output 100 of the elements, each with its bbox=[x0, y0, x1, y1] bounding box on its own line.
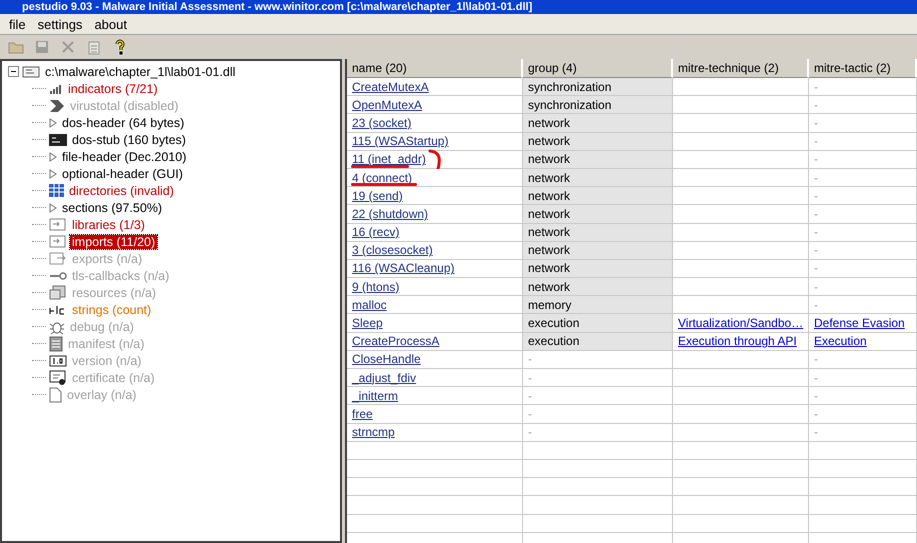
table-cell: - bbox=[809, 296, 917, 314]
table-cell: execution bbox=[523, 332, 673, 351]
tree-item[interactable]: sections (97.50%) bbox=[60, 200, 164, 214]
folder-icon bbox=[8, 40, 24, 54]
table-cell: - bbox=[809, 205, 917, 224]
grid-icon bbox=[49, 184, 64, 197]
help-icon bbox=[114, 39, 126, 55]
table-cell: - bbox=[809, 78, 917, 96]
tactic-link[interactable]: Execution bbox=[814, 334, 867, 348]
table-cell: network bbox=[523, 224, 673, 242]
table-cell: - bbox=[809, 405, 917, 424]
table-cell: - bbox=[523, 387, 673, 406]
function-link[interactable]: 9 (htons) bbox=[352, 280, 400, 294]
function-link[interactable]: 4 (connect) bbox=[352, 170, 412, 185]
tree-item[interactable]: file-header (Dec.2010) bbox=[60, 150, 188, 164]
function-link[interactable]: 23 (socket) bbox=[352, 116, 412, 130]
table-cell: - bbox=[809, 224, 917, 242]
function-link[interactable]: strncmp bbox=[352, 425, 395, 440]
table-cell: - bbox=[809, 369, 917, 388]
export-icon bbox=[49, 252, 67, 265]
minus-icon bbox=[10, 68, 17, 75]
tree-item[interactable]: optional-header (GUI) bbox=[60, 166, 185, 180]
tree-item[interactable]: dos-stub (160 bytes) bbox=[70, 132, 188, 146]
collapse-toggle[interactable] bbox=[8, 66, 19, 77]
function-link[interactable]: free bbox=[352, 406, 373, 421]
table-cell: - bbox=[809, 187, 917, 206]
version-icon bbox=[49, 354, 67, 366]
bar-chart-icon bbox=[49, 82, 63, 94]
chevron-icon bbox=[49, 98, 65, 112]
table-cell: - bbox=[809, 168, 917, 188]
column-header[interactable]: name (20) bbox=[347, 59, 523, 78]
column-header[interactable]: group (4) bbox=[523, 59, 673, 78]
function-link[interactable]: OpenMutexA bbox=[352, 98, 422, 112]
menu-item[interactable]: file bbox=[4, 16, 31, 32]
function-link[interactable]: malloc bbox=[352, 298, 387, 312]
table-cell: - bbox=[809, 96, 917, 114]
document-icon bbox=[49, 336, 63, 352]
function-link[interactable]: 3 (closesocket) bbox=[352, 243, 433, 258]
technique-link[interactable]: Execution through API bbox=[678, 334, 797, 348]
table-cell: network bbox=[523, 278, 673, 296]
table-cell: - bbox=[523, 424, 673, 442]
table-cell: - bbox=[523, 350, 673, 369]
underline-mark bbox=[351, 164, 409, 168]
underline-mark bbox=[351, 183, 417, 186]
function-link[interactable]: CloseHandle bbox=[352, 352, 421, 366]
technique-link[interactable]: Virtualization/Sandbo… bbox=[678, 316, 804, 330]
tree-item[interactable]: directories (invalid) bbox=[67, 184, 176, 198]
menu-item[interactable]: about bbox=[89, 16, 132, 32]
clipboard-icon bbox=[88, 40, 100, 54]
table-cell: network bbox=[523, 114, 673, 133]
menu-item[interactable]: settings bbox=[32, 16, 88, 32]
table-cell: network bbox=[523, 132, 673, 151]
console-icon bbox=[49, 134, 67, 146]
function-link[interactable]: 16 (recv) bbox=[352, 225, 400, 240]
table-cell: network bbox=[523, 150, 673, 169]
function-link[interactable]: 19 (send) bbox=[352, 188, 403, 203]
table-cell: execution bbox=[523, 314, 673, 333]
table-cell: synchronization bbox=[523, 96, 673, 114]
table-cell: - bbox=[523, 405, 673, 424]
window-title: pestudio 9.03 - Malware Initial Assessment - www.winitor.com [c:\malware\chapter_1l\lab01-01.dll] bbox=[0, 0, 917, 14]
table-cell: network bbox=[523, 260, 673, 278]
file-icon bbox=[22, 66, 40, 78]
table-cell: memory bbox=[523, 296, 673, 314]
certificate-icon bbox=[49, 370, 67, 386]
function-link[interactable]: 22 (shutdown) bbox=[352, 206, 428, 221]
table-cell: network bbox=[523, 187, 673, 206]
tree-item[interactable]: imports (11/20) bbox=[70, 234, 158, 248]
import-icon bbox=[49, 218, 67, 231]
table-cell: - bbox=[809, 114, 917, 133]
page-icon bbox=[49, 386, 62, 402]
column-header[interactable]: mitre-technique (2) bbox=[673, 59, 809, 78]
function-link[interactable]: _initterm bbox=[352, 388, 398, 403]
function-link[interactable]: CreateProcessA bbox=[352, 334, 440, 348]
table-cell: - bbox=[809, 387, 917, 406]
tree-item[interactable]: indicators (7/21) bbox=[66, 82, 160, 96]
tree-item[interactable]: dos-header (64 bytes) bbox=[60, 116, 186, 130]
function-link[interactable]: 11 (inet_addr) bbox=[352, 152, 426, 166]
tree-root-label[interactable]: c:\malware\chapter_1l\lab01-01.dll bbox=[43, 64, 238, 78]
table-cell: - bbox=[809, 424, 917, 442]
triangle-icon bbox=[49, 118, 57, 128]
function-link[interactable]: CreateMutexA bbox=[352, 80, 429, 94]
tree-item[interactable]: libraries (1/3) bbox=[70, 218, 147, 232]
function-link[interactable]: 116 (WSACleanup) bbox=[352, 261, 454, 276]
table-cell: - bbox=[809, 132, 917, 151]
table-cell: - bbox=[809, 350, 917, 369]
key-icon bbox=[49, 270, 67, 280]
resources-icon bbox=[49, 285, 67, 300]
function-link[interactable]: 115 (WSAStartup) bbox=[352, 134, 448, 148]
table-cell: - bbox=[809, 278, 917, 296]
column-header[interactable]: mitre-tactic (2) bbox=[809, 59, 917, 78]
table-cell: network bbox=[523, 242, 673, 260]
function-link[interactable]: _adjust_fdiv bbox=[352, 370, 416, 385]
tactic-link[interactable]: Defense Evasion bbox=[814, 316, 905, 330]
table-cell: - bbox=[809, 150, 917, 169]
table-cell: - bbox=[523, 369, 673, 388]
table-cell: network bbox=[523, 205, 673, 224]
table-cell: synchronization bbox=[523, 78, 673, 96]
function-link[interactable]: Sleep bbox=[352, 316, 383, 330]
import-icon bbox=[49, 235, 67, 248]
triangle-icon bbox=[49, 202, 57, 212]
